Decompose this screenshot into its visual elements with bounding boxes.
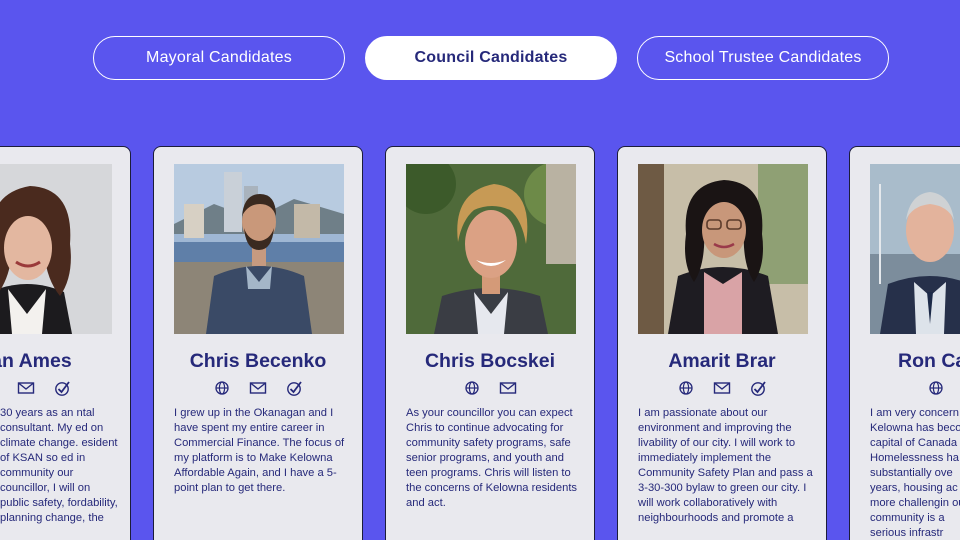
- globe-icon[interactable]: [463, 379, 481, 397]
- candidate-photo: [0, 164, 112, 334]
- candidate-bio: 30 years as an ntal consultant. My ed on…: [0, 407, 118, 524]
- candidate-card: Chris Bocskei As your councillor you can…: [385, 146, 595, 540]
- candidate-name: Ron Ca: [898, 350, 960, 372]
- candidate-photo: [638, 164, 808, 334]
- candidate-links: [154, 379, 362, 397]
- candidate-links: [386, 379, 594, 397]
- candidate-card: Chris Becenko I grew up in the Okanagan …: [153, 146, 363, 540]
- check-badge-icon[interactable]: [53, 379, 71, 397]
- globe-icon[interactable]: [213, 379, 231, 397]
- candidate-card: san Ames 30 years as an ntal consultant.…: [0, 146, 131, 540]
- candidate-bio: I grew up in the Okanagan and I have spe…: [174, 407, 345, 494]
- candidate-name: san Ames: [0, 350, 72, 372]
- candidate-card: Amarit Brar I am passionate about our en…: [617, 146, 827, 540]
- candidate-photo: [870, 164, 960, 334]
- globe-icon[interactable]: [677, 379, 695, 397]
- check-badge-icon[interactable]: [749, 379, 767, 397]
- mail-icon[interactable]: [713, 379, 731, 397]
- mail-icon[interactable]: [249, 379, 267, 397]
- candidate-bio: I am very concern Kelowna has beco capit…: [870, 407, 960, 539]
- candidate-links: [0, 379, 130, 397]
- candidate-bio: I am passionate about our environment an…: [638, 407, 813, 524]
- candidate-name: Chris Bocskei: [424, 350, 556, 372]
- candidate-carousel: san Ames 30 years as an ntal consultant.…: [0, 0, 960, 540]
- candidate-links: [927, 379, 960, 397]
- candidate-card: Ron Ca I am very concern Kelowna has bec…: [849, 146, 960, 540]
- candidate-name: Chris Becenko: [189, 350, 327, 372]
- globe-icon[interactable]: [927, 379, 945, 397]
- mail-icon[interactable]: [499, 379, 517, 397]
- candidate-name: Amarit Brar: [668, 350, 776, 372]
- candidate-links: [618, 379, 826, 397]
- mail-icon[interactable]: [17, 379, 35, 397]
- candidate-photo: [174, 164, 344, 334]
- check-badge-icon[interactable]: [285, 379, 303, 397]
- candidate-bio: As your councillor you can expect Chris …: [406, 407, 578, 509]
- candidate-photo: [406, 164, 576, 334]
